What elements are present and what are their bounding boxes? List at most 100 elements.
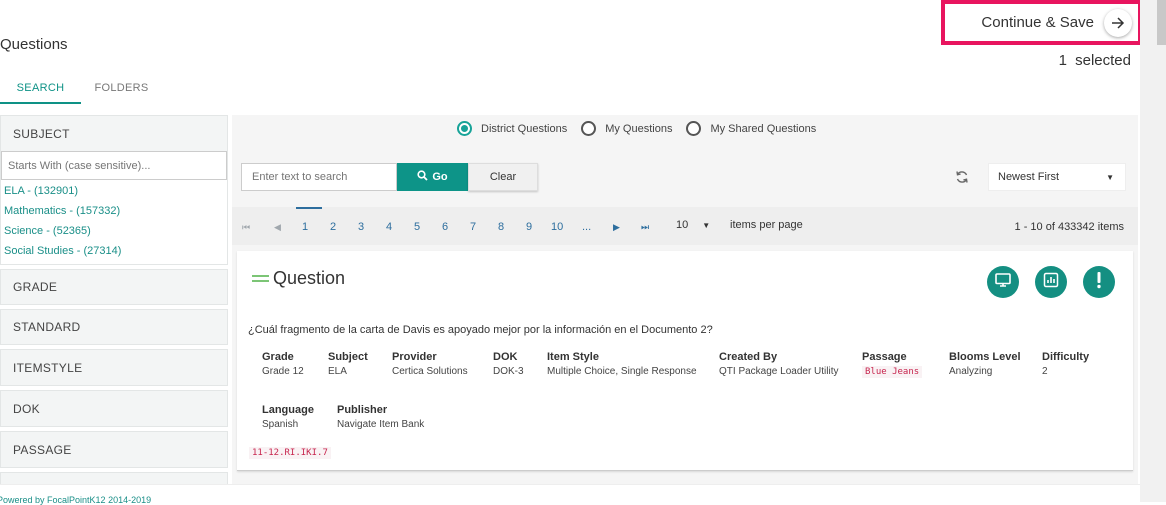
meta-value: Certica Solutions	[392, 366, 468, 377]
stats-button[interactable]	[1035, 266, 1067, 298]
standard-code[interactable]: 11-12.RI.IKI.7	[249, 447, 331, 459]
passage-code[interactable]: Blue Jeans	[862, 366, 923, 378]
chart-icon	[1043, 272, 1059, 293]
radio-unchecked-icon[interactable]	[686, 121, 702, 136]
arrow-right-icon[interactable]	[1104, 8, 1132, 37]
meta-label: Provider	[392, 351, 437, 363]
meta-language: Language Spanish	[262, 404, 314, 430]
facet-grade[interactable]: GRADE	[0, 269, 228, 305]
meta-label: Difficulty	[1042, 351, 1090, 363]
meta-label: Grade	[262, 351, 294, 363]
radio-my-shared-questions[interactable]: My Shared Questions	[686, 121, 816, 136]
per-page-value: 10	[676, 219, 689, 231]
caret-down-icon: ▼	[702, 220, 711, 230]
meta-provider: Provider Certica Solutions	[392, 351, 468, 377]
go-button[interactable]: Go	[397, 163, 468, 191]
facet-passage[interactable]: PASSAGE	[0, 431, 228, 468]
card-title: Question	[273, 268, 346, 288]
tab-search[interactable]: SEARCH	[0, 78, 81, 104]
page-8[interactable]: 8	[498, 221, 504, 233]
search-icon	[417, 170, 428, 184]
subject-item-mathematics[interactable]: Mathematics - (157332)	[1, 200, 227, 220]
prev-page-icon[interactable]: ◀	[274, 222, 281, 233]
results-panel: District Questions My Questions My Share…	[232, 115, 1138, 502]
continue-save-button[interactable]: Continue & Save	[941, 0, 1142, 45]
search-input[interactable]	[241, 163, 397, 191]
monitor-icon	[995, 272, 1011, 293]
continue-save-label: Continue & Save	[981, 14, 1094, 31]
subject-item-ela[interactable]: ELA - (132901)	[1, 180, 227, 200]
clear-button[interactable]: Clear	[468, 163, 538, 191]
selected-count: 1 selected	[1058, 52, 1131, 69]
meta-value: Analyzing	[949, 366, 993, 377]
meta-publisher: Publisher Navigate Item Bank	[337, 404, 424, 430]
radio-label: My Shared Questions	[710, 122, 817, 135]
facet-itemstyle[interactable]: ITEMSTYLE	[0, 349, 228, 386]
last-page-icon[interactable]: ⏭	[641, 222, 649, 233]
meta-value: QTI Package Loader Utility	[719, 366, 839, 377]
next-page-icon[interactable]: ▶	[613, 222, 620, 233]
footer-text[interactable]: Powered by FocalPointK12 2014-2019	[0, 495, 151, 505]
page-1[interactable]: 1	[295, 207, 323, 233]
facet-subject-header[interactable]: SUBJECT	[1, 116, 227, 151]
page-more[interactable]: ...	[582, 221, 591, 233]
first-page-icon[interactable]: ⏮	[242, 222, 250, 233]
radio-my-questions[interactable]: My Questions	[581, 121, 672, 136]
meta-subject: Subject ELA	[328, 351, 368, 377]
results-range: 1 - 10 of 433342 items	[1014, 221, 1124, 233]
meta-value: Multiple Choice, Single Response	[547, 366, 697, 377]
meta-grade: Grade Grade 12	[262, 351, 304, 377]
page-10[interactable]: 10	[551, 221, 563, 233]
caret-down-icon: ▼	[1106, 173, 1114, 182]
sort-select[interactable]: Newest First ▼	[988, 163, 1126, 191]
meta-label: Language	[262, 404, 314, 416]
radio-unchecked-icon[interactable]	[581, 121, 597, 136]
pagination-bar: ⏮ ◀ 1 2 3 4 5 6 7 8 9 10 ... ▶ ⏭ 10 ▼ it…	[232, 207, 1138, 245]
page-9[interactable]: 9	[526, 221, 532, 233]
per-page-label: items per page	[730, 219, 803, 231]
drag-handle-icon[interactable]	[252, 275, 269, 285]
meta-label: Publisher	[337, 404, 388, 416]
subject-item-science[interactable]: Science - (52365)	[1, 220, 227, 240]
page-7[interactable]: 7	[470, 221, 476, 233]
meta-value: 2	[1042, 366, 1048, 377]
per-page-select[interactable]: 10 ▼	[676, 219, 710, 231]
meta-label: Blooms Level	[949, 351, 1021, 363]
question-text: ¿Cuál fragmento de la carta de Davis es …	[248, 324, 713, 336]
page-5[interactable]: 5	[414, 221, 420, 233]
subject-item-social-studies[interactable]: Social Studies - (27314)	[1, 240, 227, 260]
meta-label: Item Style	[547, 351, 599, 363]
alert-icon	[1096, 271, 1102, 294]
meta-label: DOK	[493, 351, 518, 363]
meta-passage: Passage Blue Jeans	[862, 351, 923, 378]
scope-radio-group: District Questions My Questions My Share…	[457, 121, 830, 136]
radio-checked-icon[interactable]	[457, 121, 472, 136]
footer-bar	[0, 484, 1140, 502]
sort-selected-value: Newest First	[998, 171, 1060, 183]
meta-blooms: Blooms Level Analyzing	[949, 351, 1021, 377]
facet-dok[interactable]: DOK	[0, 390, 228, 427]
page-scrollbar-thumb[interactable]	[1157, 0, 1166, 45]
page-title: Questions	[0, 36, 68, 53]
report-button[interactable]	[1083, 266, 1115, 298]
radio-district-questions[interactable]: District Questions	[457, 121, 567, 136]
meta-value: ELA	[328, 366, 347, 377]
page-2[interactable]: 2	[330, 221, 336, 233]
preview-button[interactable]	[987, 266, 1019, 298]
meta-label: Created By	[719, 351, 778, 363]
meta-value: Grade 12	[262, 366, 304, 377]
meta-value: DOK-3	[493, 366, 524, 377]
radio-label: District Questions	[481, 122, 568, 135]
page-3[interactable]: 3	[358, 221, 364, 233]
refresh-icon[interactable]	[955, 169, 969, 189]
page-4[interactable]: 4	[386, 221, 392, 233]
subject-filter-input[interactable]	[1, 151, 227, 180]
tab-folders[interactable]: FOLDERS	[81, 78, 162, 104]
meta-label: Passage	[862, 351, 907, 363]
meta-value: Spanish	[262, 419, 299, 430]
radio-label: My Questions	[605, 122, 673, 135]
page-6[interactable]: 6	[442, 221, 448, 233]
go-label: Go	[432, 171, 448, 183]
page-scrollbar[interactable]	[1140, 0, 1166, 502]
facet-standard[interactable]: STANDARD	[0, 309, 228, 345]
